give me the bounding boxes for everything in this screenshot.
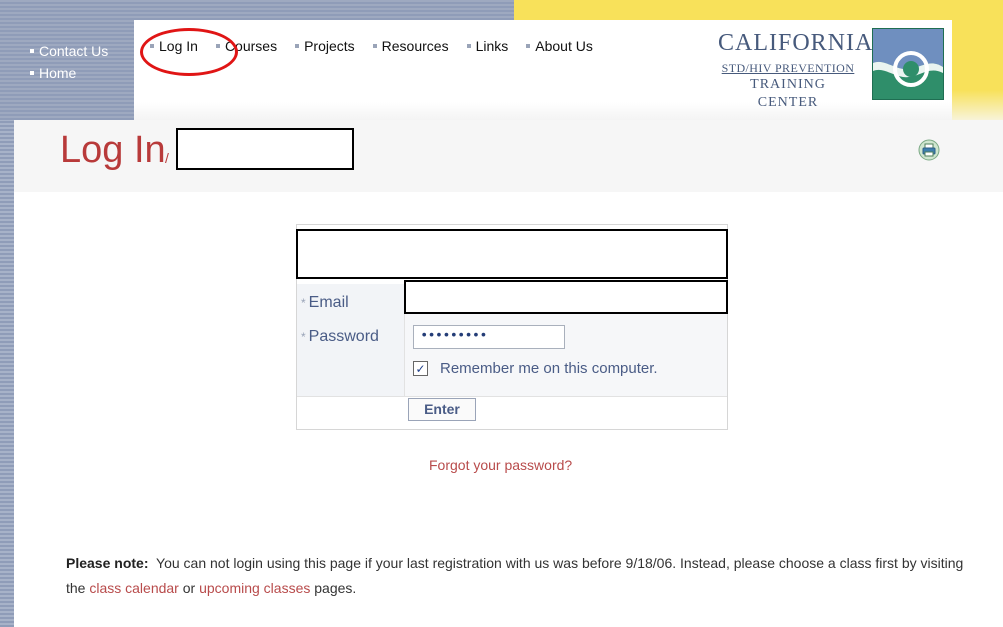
bullet-icon [215,44,220,48]
logo-line-2: STD/HIV PREVENTION [721,61,855,75]
page-title: Log In [60,129,166,171]
password-field[interactable]: ••••••••• [413,325,565,349]
utility-link-home[interactable]: Home [30,62,108,84]
nav-item-links[interactable]: Links [466,38,509,54]
password-label-text: Password [308,328,379,345]
nav-item-label: Courses [224,38,278,54]
forgot-password-link[interactable]: Forgot your password? [429,457,572,473]
class-calendar-link[interactable]: class calendar [89,580,179,596]
bullet-icon [466,44,471,48]
remember-me-option[interactable]: ✓ Remember me on this computer. [413,360,658,377]
logo-line-3: TRAINING CENTER [750,77,826,110]
utility-nav: Contact Us Home [30,40,108,84]
submit-row [297,396,727,430]
bullet-icon [295,44,300,48]
nav-item-label: Links [475,38,509,54]
printer-icon[interactable] [918,139,940,161]
bullet-icon [372,44,377,48]
nav-item-label: Log In [159,38,198,54]
upcoming-classes-link[interactable]: upcoming classes [199,580,310,596]
email-label: * Email [301,294,349,312]
note-lead: Please note: [66,555,149,571]
nav-item-projects[interactable]: Projects [295,38,355,54]
nav-item-courses[interactable]: Courses [215,38,278,54]
note-text: or [182,580,196,596]
remember-me-checkbox[interactable]: ✓ [413,361,428,376]
wave-logo-icon[interactable] [872,28,944,100]
password-label: * Password [301,328,379,346]
email-label-text: Email [308,294,349,311]
redacted-form-header [296,229,728,279]
nav-item-label: About Us [535,38,593,54]
bullet-icon [150,44,154,48]
utility-link-contact-us[interactable]: Contact Us [30,40,108,62]
utility-link-label: Contact Us [39,43,109,59]
required-marker: * [301,330,306,344]
bullet-icon [526,44,531,48]
main-nav: Log In Courses Projects Resources Links … [150,38,611,54]
email-field[interactable] [404,280,728,314]
note-text: pages. [314,580,357,596]
nav-item-label: Projects [304,38,355,54]
nav-item-label: Resources [381,38,449,54]
breadcrumb-separator: / [165,150,169,166]
nav-item-log-in[interactable]: Log In [150,38,198,54]
nav-item-about-us[interactable]: About Us [526,38,593,54]
required-marker: * [301,296,306,310]
nav-item-resources[interactable]: Resources [372,38,449,54]
remember-me-label: Remember me on this computer. [440,360,658,377]
bullet-icon [30,49,34,53]
utility-link-label: Home [39,65,77,81]
please-note-text: Please note: You can not login using thi… [66,551,976,601]
site-logo-text[interactable]: CALIFORNIA STD/HIV PREVENTION TRAINING C… [718,30,874,112]
enter-button[interactable]: Enter [408,398,476,421]
bullet-icon [30,71,34,75]
logo-line-1: CALIFORNIA [718,30,874,56]
redacted-breadcrumb [176,128,354,170]
